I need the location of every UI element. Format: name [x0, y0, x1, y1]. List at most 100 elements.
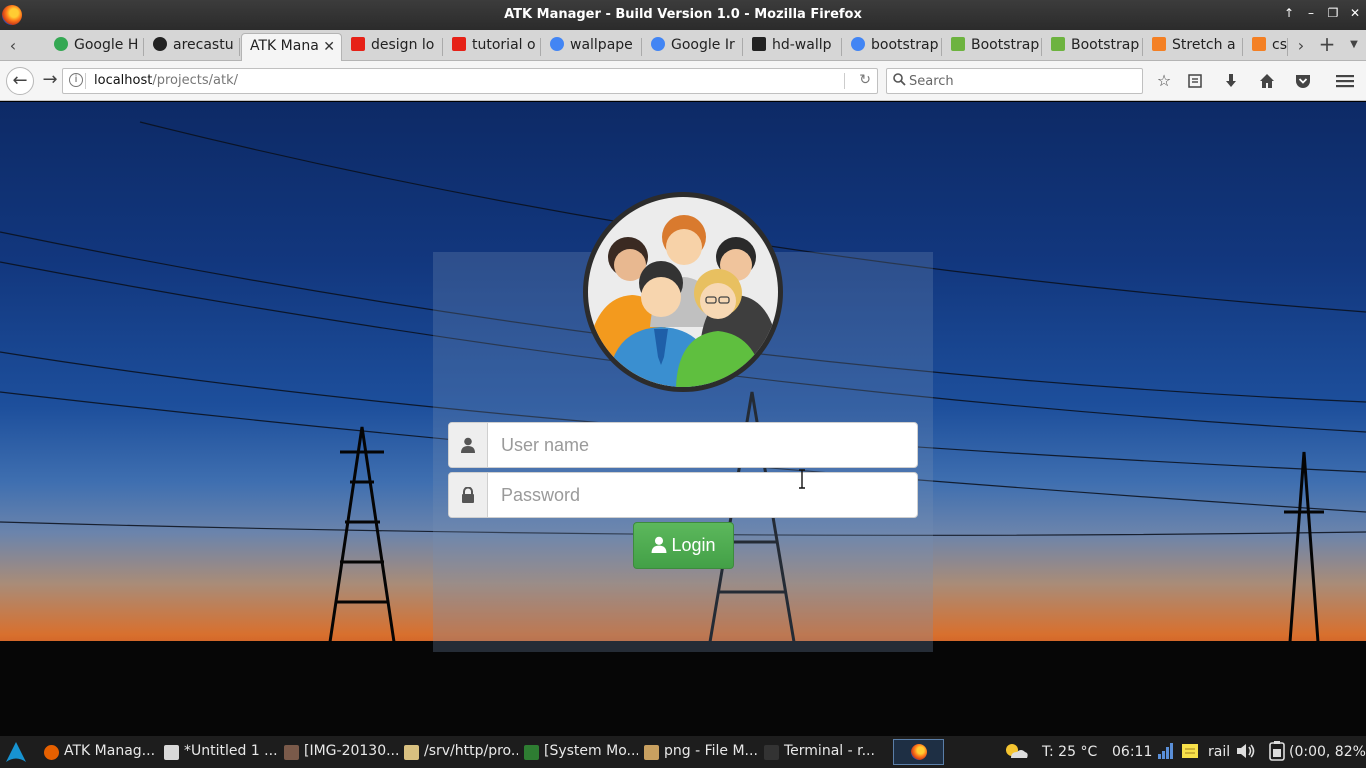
new-tab-icon[interactable]: +: [1318, 32, 1336, 56]
hd-icon: [752, 37, 766, 51]
network-label[interactable]: rail: [1208, 744, 1230, 760]
google-icon: [550, 37, 564, 51]
text-cursor-icon: [799, 469, 805, 489]
network-signal-icon[interactable]: [1157, 742, 1175, 764]
window-title: ATK Manager - Build Version 1.0 - Mozill…: [504, 7, 862, 22]
url-text[interactable]: localhost/projects/atk/: [94, 73, 238, 88]
site-info-icon[interactable]: i: [69, 73, 83, 87]
taskbar-task-label: png - File M...: [664, 743, 758, 759]
firefox-launcher[interactable]: [893, 739, 944, 765]
taskbar-task-label: ATK Manag...: [64, 743, 156, 759]
taskbar-task-6[interactable]: png - File M...: [640, 739, 758, 765]
system-monitor-icon: [524, 745, 539, 760]
window-maximize-icon[interactable]: ❐: [1324, 6, 1342, 20]
bookmark-star-icon[interactable]: ☆: [1153, 70, 1175, 92]
tab-label: Stretch a: [1172, 37, 1236, 53]
taskbar-task-5[interactable]: [System Mo...: [520, 739, 638, 765]
volume-icon[interactable]: [1236, 742, 1256, 764]
taskbar-task-3[interactable]: [IMG-20130...: [280, 739, 398, 765]
home-icon[interactable]: [1256, 70, 1278, 92]
tab-13[interactable]: css: [1244, 33, 1288, 61]
taskbar-task-label: /srv/http/pro...: [424, 743, 518, 759]
tab-label: design lo: [371, 37, 435, 53]
tab-label: tutorial o: [472, 37, 536, 53]
forward-button[interactable]: →: [36, 67, 64, 95]
taskbar-task-label: [IMG-20130...: [304, 743, 398, 759]
tab-8[interactable]: hd-wallp: [744, 33, 842, 61]
tab-4[interactable]: design lo: [343, 33, 443, 61]
hamburger-menu-icon[interactable]: [1334, 70, 1356, 92]
tab-label: Bootstrap: [971, 37, 1040, 53]
navigation-toolbar: ← → i localhost/projects/atk/ ↻ ☆: [0, 61, 1366, 101]
tab-label: Google H: [74, 37, 139, 53]
clock[interactable]: 06:11: [1112, 744, 1152, 760]
page-viewport: Login: [0, 102, 1366, 736]
password-addon: [449, 473, 488, 517]
url-bar[interactable]: i localhost/projects/atk/ ↻: [62, 68, 878, 94]
search-icon: [893, 73, 906, 86]
weather-icon[interactable]: [1003, 740, 1029, 762]
back-button[interactable]: ←: [6, 67, 34, 95]
tab-3[interactable]: ATK Mana ✕: [241, 33, 342, 61]
stackoverflow-icon: [1152, 37, 1166, 51]
tab-1[interactable]: Google H: [46, 33, 144, 61]
username-input[interactable]: [489, 423, 915, 467]
tab-label: Bootstrap: [1071, 37, 1140, 53]
url-separator-right: [844, 73, 845, 89]
system-taskbar: ATK Manag... *Untitled 1 ... [IMG-20130...…: [0, 736, 1366, 768]
battery-status: (0:00, 82%): [1289, 744, 1366, 760]
arch-linux-menu-icon[interactable]: [5, 741, 27, 763]
window-close-icon[interactable]: ✕: [1346, 6, 1364, 20]
taskbar-task-2[interactable]: *Untitled 1 ...: [160, 739, 278, 765]
reload-icon[interactable]: ↻: [859, 72, 871, 88]
hangouts-icon: [54, 37, 68, 51]
password-field: [448, 472, 918, 518]
folder-icon: [644, 745, 659, 760]
taskbar-task-4[interactable]: /srv/http/pro...: [400, 739, 518, 765]
tab-2[interactable]: arecastu: [145, 33, 240, 61]
github-icon: [153, 37, 167, 51]
url-separator: [85, 73, 86, 89]
w3-icon: [951, 37, 965, 51]
notes-icon[interactable]: [1181, 742, 1199, 764]
tab-12[interactable]: Stretch a: [1144, 33, 1243, 61]
tab-6[interactable]: wallpape: [542, 33, 642, 61]
taskbar-task-label: Terminal - r...: [784, 743, 875, 759]
tab-label: ATK Mana: [250, 38, 319, 54]
tabs-scroll-left-icon[interactable]: ‹: [4, 36, 22, 55]
taskbar-task-7[interactable]: Terminal - r...: [760, 739, 878, 765]
downloads-icon[interactable]: [1220, 70, 1242, 92]
tab-label: arecastu: [173, 37, 234, 53]
taskbar-task-label: [System Mo...: [544, 743, 638, 759]
password-input[interactable]: [489, 473, 915, 517]
bookmarks-menu-icon[interactable]: [1184, 70, 1206, 92]
tab-label: bootstrap: [871, 37, 939, 53]
username-addon: [449, 423, 488, 467]
tab-9[interactable]: bootstrap: [843, 33, 942, 61]
window-titlebar: ATK Manager - Build Version 1.0 - Mozill…: [0, 0, 1366, 30]
w3-icon: [1051, 37, 1065, 51]
login-button[interactable]: Login: [633, 522, 734, 569]
search-bar[interactable]: [886, 68, 1143, 94]
tabs-scroll-right-icon[interactable]: ›: [1292, 36, 1310, 55]
url-path: /projects/atk/: [152, 73, 238, 88]
tab-11[interactable]: Bootstrap: [1043, 33, 1143, 61]
window-keep-above-icon[interactable]: ↑: [1280, 6, 1298, 20]
text-editor-icon: [404, 745, 419, 760]
window-minimize-icon[interactable]: –: [1302, 6, 1320, 20]
tab-10[interactable]: Bootstrap: [943, 33, 1042, 61]
ground-silhouette: [0, 641, 1366, 736]
taskbar-task-label: *Untitled 1 ...: [184, 743, 278, 759]
pocket-icon[interactable]: [1292, 70, 1314, 92]
stackoverflow-icon: [1252, 37, 1266, 51]
text-editor-icon: [164, 745, 179, 760]
taskbar-task-1[interactable]: ATK Manag...: [40, 739, 158, 765]
weather-temperature: T: 25 °C: [1042, 744, 1098, 760]
users-group-avatar: [583, 192, 783, 392]
battery-icon[interactable]: [1267, 741, 1287, 765]
tab-5[interactable]: tutorial o: [444, 33, 541, 61]
tab-close-icon[interactable]: ✕: [323, 39, 335, 55]
list-all-tabs-icon[interactable]: ▼: [1345, 39, 1363, 50]
tab-7[interactable]: Google Ir: [643, 33, 743, 61]
search-input[interactable]: [909, 72, 1134, 90]
